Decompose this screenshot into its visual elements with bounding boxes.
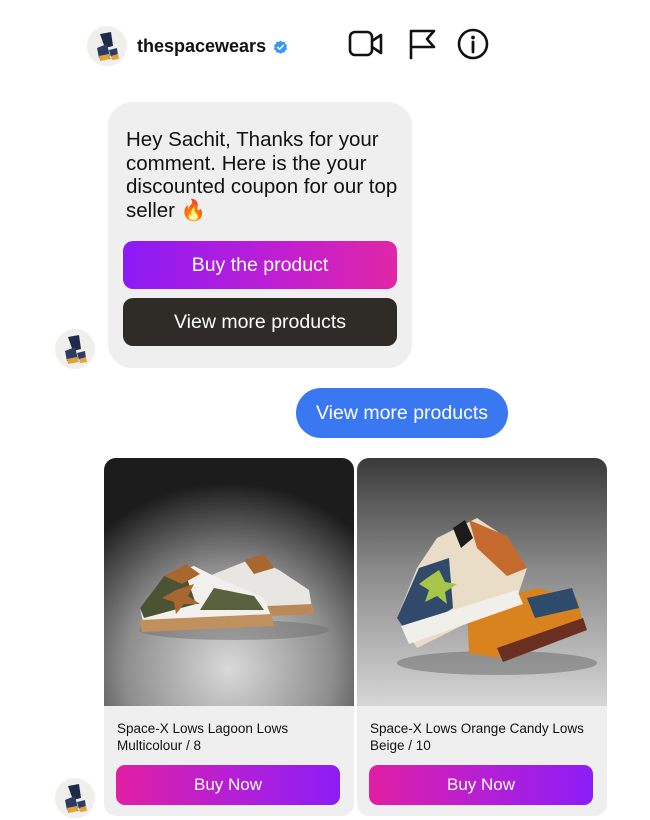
profile-avatar[interactable]	[87, 26, 127, 66]
chat-header: thespacewears	[0, 0, 650, 90]
flag-icon[interactable]	[404, 27, 440, 61]
product-title: Space-X Lows Lagoon Lows Multicolour / 8	[117, 721, 289, 753]
sender-avatar[interactable]	[55, 329, 95, 369]
product-card[interactable]: Space-X Lows Orange Candy Lows Beige / 1…	[357, 458, 607, 816]
product-image[interactable]	[104, 458, 354, 706]
view-more-products-button[interactable]: View more products	[123, 298, 397, 346]
sender-avatar[interactable]	[55, 778, 95, 818]
buy-now-button[interactable]: Buy Now	[116, 765, 340, 805]
product-card[interactable]: Space-X Lows Lagoon Lows Multicolour / 8…	[104, 458, 354, 816]
product-image[interactable]	[357, 458, 607, 706]
video-call-icon[interactable]	[348, 27, 384, 61]
outgoing-message-bubble: View more products	[296, 388, 508, 438]
incoming-message-bubble: Hey Sachit, Thanks for your comment. Her…	[108, 102, 412, 368]
buy-now-button[interactable]: Buy Now	[369, 765, 593, 805]
buy-product-button[interactable]: Buy the product	[123, 241, 397, 289]
verified-badge-icon	[273, 40, 288, 54]
incoming-message-text: Hey Sachit, Thanks for your comment. Her…	[126, 128, 398, 222]
product-title: Space-X Lows Orange Candy Lows Beige / 1…	[370, 721, 584, 753]
username[interactable]: thespacewears	[137, 36, 266, 57]
info-icon[interactable]	[455, 27, 491, 61]
